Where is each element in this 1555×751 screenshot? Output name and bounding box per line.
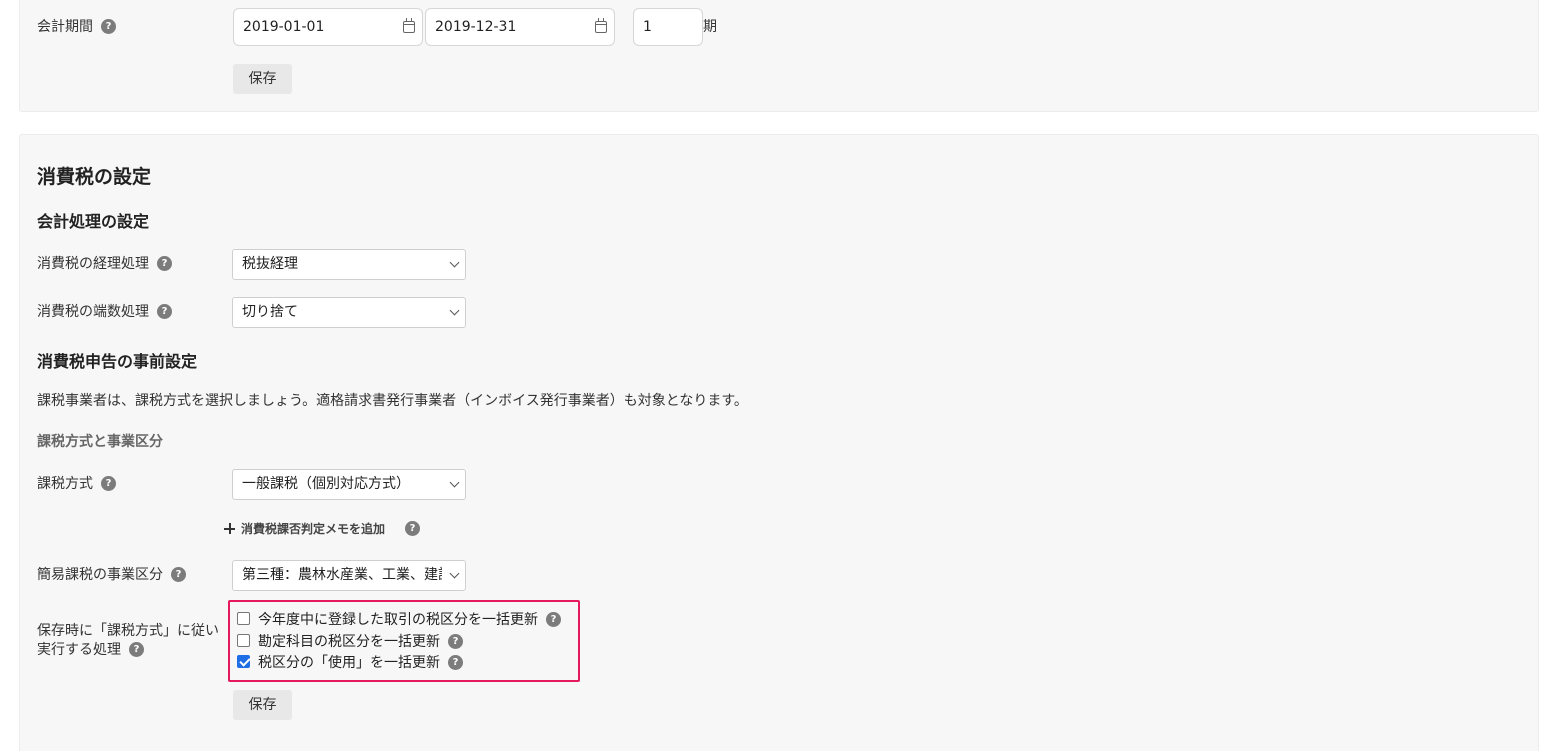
option-update-usage-label: 税区分の「使用」を一括更新	[258, 655, 440, 671]
chevron-down-icon	[449, 305, 460, 316]
option-update-accounts[interactable]: 勘定科目の税区分を一括更新?	[237, 632, 463, 652]
help-icon[interactable]: ?	[448, 633, 463, 649]
accounting-method-label: 消費税の経理処理	[37, 256, 149, 272]
checkbox-update-transactions[interactable]	[237, 611, 250, 625]
chevron-down-icon	[449, 257, 460, 268]
help-icon[interactable]: ?	[546, 611, 561, 627]
help-icon[interactable]: ?	[405, 520, 421, 536]
taxation-method-label: 課税方式	[37, 476, 93, 492]
chevron-down-icon	[449, 477, 460, 488]
rounding-method-label-row: 消費税の端数処理?	[37, 302, 172, 322]
start-date-input[interactable]: 2019-01-01	[233, 8, 423, 46]
business-category-select[interactable]: 第三種：農林水産業、工業、建設業	[232, 560, 466, 591]
taxation-subsection-title: 課税方式と事業区分	[37, 434, 163, 450]
option-update-usage[interactable]: 税区分の「使用」を一括更新?	[237, 653, 463, 673]
save-period-button[interactable]: 保存	[233, 64, 292, 94]
accounting-section-title: 会計処理の設定	[37, 212, 150, 231]
add-memo-row: 消費税課否判定メモを追加?	[224, 520, 421, 537]
business-category-label-row: 簡易課税の事業区分?	[37, 565, 186, 585]
help-icon[interactable]: ?	[101, 475, 116, 491]
add-memo-label: 消費税課否判定メモを追加	[241, 522, 386, 536]
accounting-period-label-row: 会計期間?	[37, 17, 116, 37]
help-icon[interactable]: ?	[448, 654, 463, 670]
period-number-input[interactable]: 1	[633, 8, 703, 46]
calendar-icon[interactable]	[403, 18, 415, 33]
on-save-actions-label-line2-row: 実行する処理?	[37, 640, 144, 660]
help-icon[interactable]: ?	[157, 255, 172, 271]
on-save-actions-label-line1: 保存時に「課税方式」に従い	[37, 623, 219, 639]
checkbox-update-accounts[interactable]	[237, 633, 250, 647]
accounting-method-label-row: 消費税の経理処理?	[37, 254, 172, 274]
help-icon[interactable]: ?	[171, 566, 186, 582]
business-category-label: 簡易課税の事業区分	[37, 567, 163, 583]
accounting-method-select[interactable]: 税抜経理	[232, 249, 466, 280]
option-update-transactions-label: 今年度中に登録した取引の税区分を一括更新	[258, 612, 538, 628]
help-icon[interactable]: ?	[129, 641, 144, 657]
taxation-method-value: 一般課税（個別対応方式）	[242, 476, 410, 492]
end-date-value: 2019-12-31	[435, 19, 517, 35]
checkbox-update-usage[interactable]	[237, 654, 250, 668]
calendar-icon[interactable]	[595, 18, 607, 33]
option-update-accounts-label: 勘定科目の税区分を一括更新	[258, 634, 440, 650]
taxation-method-label-row: 課税方式?	[37, 474, 116, 494]
save-tax-settings-button[interactable]: 保存	[233, 690, 292, 720]
rounding-method-label: 消費税の端数処理	[37, 304, 149, 320]
accounting-method-value: 税抜経理	[242, 256, 298, 272]
accounting-period-label: 会計期間	[37, 19, 93, 35]
taxation-method-select[interactable]: 一般課税（個別対応方式）	[232, 469, 466, 500]
business-category-value: 第三種：農林水産業、工業、建設業	[242, 567, 442, 583]
chevron-down-icon	[449, 568, 460, 579]
on-save-actions-label-line2: 実行する処理	[37, 642, 121, 658]
rounding-method-value: 切り捨て	[242, 304, 298, 320]
help-icon[interactable]: ?	[101, 18, 116, 34]
help-icon[interactable]: ?	[157, 303, 172, 319]
filing-description: 課税事業者は、課税方式を選択しましょう。適格請求書発行事業者（インボイス発行事業…	[37, 393, 748, 409]
filing-section-title: 消費税申告の事前設定	[37, 352, 198, 371]
period-number-value: 1	[643, 19, 652, 35]
option-update-transactions[interactable]: 今年度中に登録した取引の税区分を一括更新?	[237, 610, 561, 630]
period-suffix: 期	[703, 19, 717, 35]
tax-settings-title: 消費税の設定	[37, 166, 152, 188]
add-memo-link[interactable]: 消費税課否判定メモを追加	[224, 522, 385, 536]
end-date-input[interactable]: 2019-12-31	[425, 8, 615, 46]
start-date-value: 2019-01-01	[243, 19, 325, 35]
plus-icon	[224, 523, 235, 534]
rounding-method-select[interactable]: 切り捨て	[232, 297, 466, 328]
